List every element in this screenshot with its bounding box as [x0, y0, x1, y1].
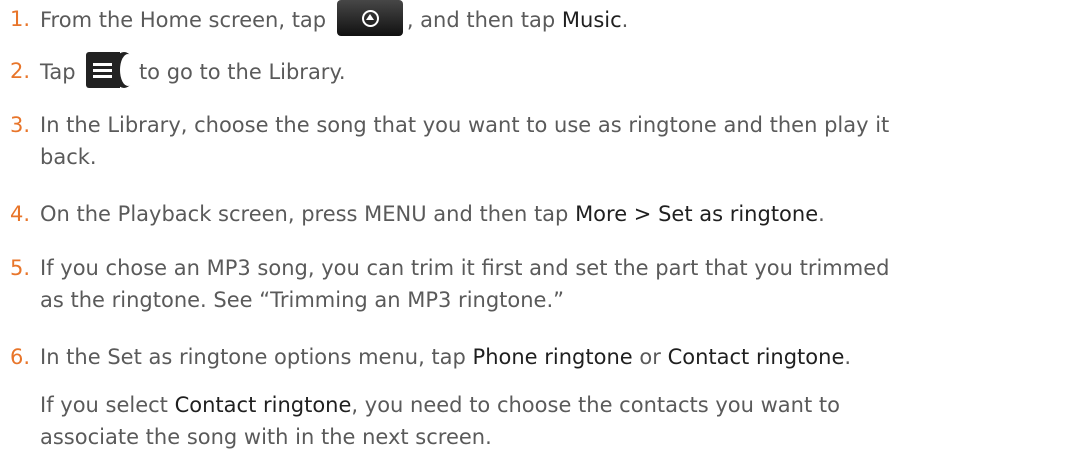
home-button-icon: [336, 0, 403, 36]
step-text: as the ringtone. See “Trimming an MP3 ri…: [40, 288, 565, 312]
step-1: 1. From the Home screen, tap , and then …: [10, 0, 1080, 39]
step-6-note: If you select Contact ringtone, you need…: [10, 389, 1080, 453]
step-text: On the Playback screen, press MENU and t…: [40, 202, 569, 226]
step-4: 4. On the Playback screen, press MENU an…: [10, 198, 1080, 230]
phone-ringtone-label: Phone ringtone: [472, 345, 633, 369]
step-number: 2.: [10, 59, 31, 83]
step-6: 6. In the Set as ringtone options menu, …: [10, 341, 1080, 373]
step-text: If you chose an MP3 song, you can trim i…: [40, 256, 890, 280]
contact-ringtone-label: Contact ringtone: [667, 345, 845, 369]
step-3: 3. In the Library, choose the song that …: [10, 109, 1080, 173]
more-set-as-ringtone-label: More > Set as ringtone: [575, 202, 819, 226]
step-text: or: [639, 345, 661, 369]
step-5: 5. If you chose an MP3 song, you can tri…: [10, 252, 1080, 316]
step-text: back.: [40, 145, 97, 169]
step-text: .: [621, 8, 629, 32]
note-text: If you select: [40, 393, 168, 417]
contact-ringtone-label: Contact ringtone: [174, 393, 352, 417]
music-label: Music: [561, 8, 622, 32]
note-text: associate the song with in the next scre…: [40, 425, 492, 449]
step-text: .: [818, 202, 825, 226]
step-number: 1.: [10, 7, 31, 31]
library-button-icon: [86, 52, 137, 88]
step-text: Tap: [40, 60, 76, 84]
step-number: 5.: [10, 256, 31, 280]
step-number: 6.: [10, 345, 31, 369]
step-text: , and then tap: [406, 8, 556, 32]
step-number: 3.: [10, 113, 31, 137]
step-text: to go to the Library.: [138, 60, 346, 84]
step-number: 4.: [10, 202, 31, 226]
step-text: In the Library, choose the song that you…: [40, 113, 890, 137]
step-text: .: [844, 345, 852, 369]
step-2: 2. Tap to go to the Library.: [10, 52, 1080, 91]
note-text: , you need to choose the contacts you wa…: [351, 393, 840, 417]
step-text: In the Set as ringtone options menu, tap: [40, 345, 466, 369]
step-text: From the Home screen, tap: [40, 8, 327, 32]
